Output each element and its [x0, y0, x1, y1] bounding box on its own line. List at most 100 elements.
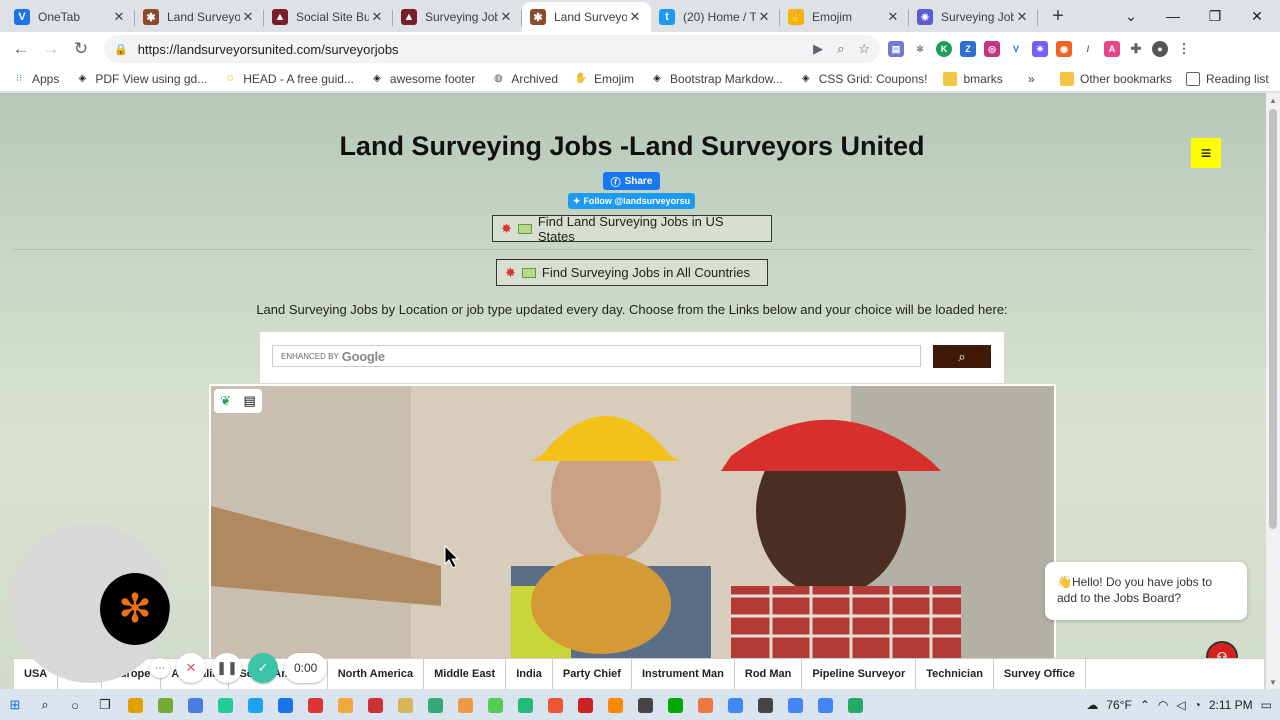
location-link[interactable]: Pipeline Surveyor	[802, 658, 917, 689]
minimize-icon[interactable]: —	[1150, 0, 1196, 32]
bookmark-item[interactable]: ⁝⁝ Apps	[12, 72, 60, 86]
close-window-icon[interactable]: ✕	[1234, 0, 1280, 32]
clock[interactable]: 2:11 PM	[1209, 698, 1253, 712]
browser-tab[interactable]: ▲ Social Site Bu ✕	[264, 2, 393, 32]
browser-tab[interactable]: ✋ Emojim ✕	[780, 2, 909, 32]
bookmark-item[interactable]: ◈ CSS Grid: Coupons!	[799, 72, 928, 86]
wifi-icon[interactable]: ◔	[1194, 698, 1201, 712]
taskbar-app-icon[interactable]	[120, 690, 150, 720]
weather-temp[interactable]: 76°F	[1106, 698, 1131, 712]
twitter-follow-button[interactable]: ✦ Follow @landsurveyorsu	[568, 193, 695, 209]
chat-greeting[interactable]: 👋Hello! Do you have jobs to add to the J…	[1045, 562, 1247, 620]
bookmark-item[interactable]: ◈ PDF View using gd...	[75, 72, 208, 86]
volume-icon[interactable]: ◁	[1176, 698, 1185, 712]
bookmark-item[interactable]: ◈ awesome footer	[370, 72, 475, 86]
taskbar-app-icon[interactable]	[510, 690, 540, 720]
location-link[interactable]: Party Chief	[553, 658, 632, 689]
extensions-puzzle-icon[interactable]: ✚	[1128, 41, 1144, 57]
menu-kebab-icon[interactable]: ⋮	[1176, 41, 1192, 57]
page-scrollbar[interactable]: ▲ ▼	[1266, 93, 1280, 689]
taskbar-app-icon[interactable]	[390, 690, 420, 720]
cortana-icon[interactable]: ○	[60, 690, 90, 720]
browser-tab[interactable]: ✱ Land Surveyors✕	[522, 2, 651, 32]
close-tab-icon[interactable]: ✕	[627, 9, 643, 25]
close-tab-icon[interactable]: ✕	[756, 9, 772, 25]
taskbar-app-icon[interactable]	[540, 690, 570, 720]
bookmark-item[interactable]: ◈ Bootstrap Markdow...	[650, 72, 783, 86]
extension-zip-icon[interactable]: Z	[960, 41, 976, 57]
extension-v-icon[interactable]: V	[1008, 41, 1024, 57]
taskbar-app-icon[interactable]	[780, 690, 810, 720]
taskbar-app-icon[interactable]	[660, 690, 690, 720]
bookmark-item[interactable]: ☺ HEAD - A free guid...	[223, 72, 354, 86]
taskbar-app-icon[interactable]	[810, 690, 840, 720]
scroll-down-icon[interactable]: ▼	[1266, 675, 1280, 689]
location-link[interactable]: Survey Office	[994, 658, 1086, 689]
taskbar-app-icon[interactable]	[600, 690, 630, 720]
reading-list[interactable]: Reading list	[1186, 71, 1269, 86]
more-options-icon[interactable]: ⋯	[150, 658, 170, 678]
taskbar-app-icon[interactable]	[210, 690, 240, 720]
taskbar-app-icon[interactable]	[480, 690, 510, 720]
extension-a-icon[interactable]: A	[1104, 41, 1120, 57]
taskbar-app-icon[interactable]	[330, 690, 360, 720]
windows-start-icon[interactable]: ⊞	[0, 690, 30, 720]
search-icon[interactable]: ⌕	[30, 690, 60, 720]
delete-recording-icon[interactable]: ✕	[176, 653, 206, 683]
browser-tab[interactable]: V OneTab ✕	[6, 2, 135, 32]
scroll-thumb[interactable]	[1269, 109, 1277, 529]
scroll-up-icon[interactable]: ▲	[1266, 93, 1280, 107]
bookmark-item[interactable]: bmarks	[943, 71, 1003, 86]
location-link[interactable]: Technician	[916, 658, 994, 689]
browser-tab[interactable]: ✱ Land Surveyors✕	[135, 2, 264, 32]
find-us-jobs-button[interactable]: ✸ Find Land Surveying Jobs in US States	[492, 214, 772, 244]
finish-recording-icon[interactable]: ✓	[248, 653, 278, 683]
profile-avatar[interactable]: ●	[1152, 41, 1168, 57]
location-link[interactable]: Rod Man	[735, 658, 803, 689]
weather-icon[interactable]: ☁	[1086, 698, 1098, 712]
extension-pen-icon[interactable]: /	[1080, 41, 1096, 57]
search-button[interactable]: ⌕	[933, 345, 991, 368]
profile-dropdown-icon[interactable]: ⌄	[1108, 0, 1154, 32]
extension-instagram-icon[interactable]: ◎	[984, 41, 1000, 57]
taskbar-app-icon[interactable]	[840, 690, 870, 720]
extension-palm-icon[interactable]: ✻	[912, 41, 928, 57]
location-link[interactable]: Middle East	[424, 658, 507, 689]
taskbar-app-icon[interactable]	[150, 690, 180, 720]
browser-tab[interactable]: t (20) Home / T ✕	[651, 2, 780, 32]
extension-star-icon[interactable]: ✷	[1032, 41, 1048, 57]
back-icon[interactable]: ←	[6, 34, 36, 64]
reload-icon[interactable]: ↻	[66, 34, 96, 64]
close-tab-icon[interactable]: ✕	[369, 9, 385, 25]
bookmark-item[interactable]: ◍ Archived	[491, 72, 558, 86]
address-bar[interactable]: 🔒 https://landsurveyorsunited.com/survey…	[104, 35, 880, 63]
hamburger-menu-icon[interactable]: ≡	[1191, 138, 1221, 168]
more-bookmarks-icon[interactable]: »	[1028, 72, 1035, 86]
taskbar-app-icon[interactable]	[300, 690, 330, 720]
zoom-icon[interactable]: ⌕	[837, 41, 844, 57]
task-view-icon[interactable]: ❐	[90, 690, 120, 720]
extension-rss-icon[interactable]: ◉	[1056, 41, 1072, 57]
taskbar-app-icon[interactable]	[720, 690, 750, 720]
location-link[interactable]: North America	[328, 658, 425, 689]
close-tab-icon[interactable]: ✕	[111, 9, 127, 25]
close-tab-icon[interactable]: ✕	[240, 9, 256, 25]
close-tab-icon[interactable]: ✕	[1014, 9, 1030, 25]
find-all-countries-button[interactable]: ✸ Find Surveying Jobs in All Countries	[496, 259, 768, 286]
facebook-share-button[interactable]: ⓕ Share	[603, 172, 660, 190]
notifications-icon[interactable]: ▭	[1261, 698, 1272, 712]
close-tab-icon[interactable]: ✕	[885, 9, 901, 25]
new-tab-button[interactable]: +	[1044, 2, 1072, 30]
pause-recording-icon[interactable]: ❚❚	[212, 653, 242, 683]
bookmark-item[interactable]: ✋ Emojim	[574, 72, 634, 86]
taskbar-app-icon[interactable]	[420, 690, 450, 720]
taskbar-app-icon[interactable]	[270, 690, 300, 720]
forward-icon[interactable]: →	[36, 34, 66, 64]
taskbar-app-icon[interactable]	[180, 690, 210, 720]
taskbar-app-icon[interactable]	[690, 690, 720, 720]
taskbar-app-icon[interactable]	[240, 690, 270, 720]
restore-icon[interactable]: ❐	[1192, 0, 1238, 32]
browser-tab[interactable]: ✷ Surveying Job ✕	[909, 2, 1038, 32]
taskbar-app-icon[interactable]	[750, 690, 780, 720]
browser-tab[interactable]: ▲ Surveying Job ✕	[393, 2, 522, 32]
